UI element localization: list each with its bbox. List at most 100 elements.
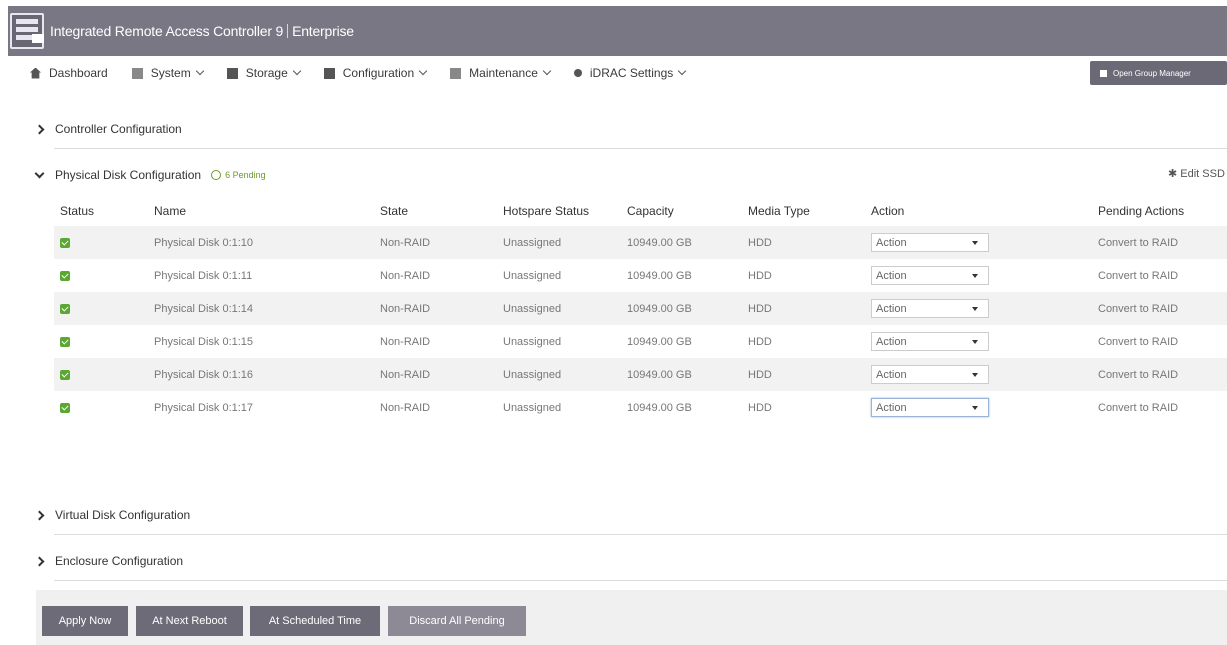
col-hotspare: Hotspare Status (503, 204, 590, 218)
table-row: Physical Disk 0:1:17 Non-RAID Unassigned… (54, 391, 1227, 424)
edit-ssd-wear-link[interactable]: ✱ Edit SSD Wear T (1168, 167, 1227, 180)
status-cell (54, 259, 148, 292)
action-cell: Action (865, 325, 1092, 358)
dropdown-arrow-icon (972, 306, 978, 311)
disk-hotspare: Unassigned (503, 269, 562, 282)
action-dropdown[interactable]: Action (871, 332, 989, 351)
dropdown-arrow-icon (972, 240, 978, 245)
disk-media: HDD (748, 401, 772, 414)
chevron-down-icon (292, 66, 302, 76)
at-next-reboot-button[interactable]: At Next Reboot (136, 606, 243, 636)
disk-pending-action: Convert to RAID (1092, 358, 1227, 391)
dropdown-arrow-icon (972, 405, 978, 410)
nav-idrac-settings-label: iDRAC Settings (589, 66, 674, 80)
status-cell (54, 226, 148, 259)
divider (54, 534, 1227, 535)
dropdown-arrow-icon (972, 273, 978, 278)
table-header-row: Status Name State Hotspare Status Capaci… (54, 196, 1227, 226)
nav-storage[interactable]: Storage (226, 66, 302, 80)
disk-capacity: 10949.00 GB (627, 335, 692, 348)
action-dropdown[interactable]: Action (871, 299, 989, 318)
disk-state: Non-RAID (374, 226, 497, 259)
disk-pending-action: Convert to RAID (1098, 269, 1179, 282)
nav-maintenance[interactable]: Maintenance (450, 66, 552, 80)
status-cell (54, 325, 148, 358)
status-ok-icon (60, 402, 70, 413)
at-scheduled-time-button[interactable]: At Scheduled Time (250, 606, 380, 636)
action-dropdown[interactable]: Action (871, 266, 989, 285)
status-ok-icon (60, 369, 70, 380)
disk-name: Physical Disk 0:1:15 (154, 335, 254, 348)
section-controller-label: Controller Configuration (55, 122, 182, 136)
section-enclosure-configuration[interactable]: Enclosure Configuration (34, 554, 183, 568)
disk-pending-action: Convert to RAID (1092, 292, 1227, 325)
nav-system-label: System (150, 66, 191, 80)
section-physical-disk-configuration[interactable]: Physical Disk Configuration 6 Pending (34, 168, 266, 182)
nav-dashboard[interactable]: Dashboard (30, 66, 108, 80)
col-action: Action (871, 204, 905, 218)
app-header: Integrated Remote Access Controller 9 Ent… (8, 6, 1227, 56)
nav-idrac-settings[interactable]: iDRAC Settings (573, 66, 687, 80)
disk-capacity: 10949.00 GB (621, 226, 742, 259)
status-cell (54, 292, 148, 325)
disk-pending-action: Convert to RAID (1098, 401, 1179, 414)
action-dropdown[interactable]: Action (871, 233, 989, 252)
apply-now-button[interactable]: Apply Now (42, 606, 128, 636)
home-icon (30, 67, 41, 79)
nav-dashboard-label: Dashboard (49, 66, 108, 80)
discard-all-pending-button[interactable]: Discard All Pending (388, 606, 526, 636)
dropdown-arrow-icon (972, 372, 978, 377)
server-icon (131, 67, 143, 79)
section-virtual-disk-configuration[interactable]: Virtual Disk Configuration (34, 508, 190, 522)
status-cell (54, 391, 148, 424)
clock-icon (211, 170, 222, 180)
action-cell: Action (865, 292, 1092, 325)
disk-hotspare: Unassigned (503, 335, 562, 348)
disk-capacity: 10949.00 GB (621, 292, 742, 325)
app-title-text: Integrated Remote Access Controller 9 (50, 23, 284, 39)
disk-hotspare: Unassigned (497, 358, 621, 391)
open-group-manager-button[interactable]: Open Group Manager (1090, 61, 1227, 85)
pending-badge: 6 Pending (211, 170, 266, 180)
nav-configuration-label: Configuration (342, 66, 415, 80)
divider (54, 148, 1227, 149)
disk-name: Physical Disk 0:1:11 (154, 269, 253, 282)
nav-system[interactable]: System (131, 66, 204, 80)
chevron-right-icon (34, 556, 45, 566)
action-dropdown-value: Action (876, 401, 907, 414)
nav-storage-label: Storage (245, 66, 288, 80)
chevron-down-icon (195, 66, 204, 76)
disk-state: Non-RAID (380, 335, 431, 348)
disk-capacity: 10949.00 GB (621, 358, 742, 391)
status-ok-icon (60, 303, 70, 314)
physical-disk-table: Status Name State Hotspare Status Capaci… (54, 196, 1227, 424)
disk-name: Physical Disk 0:1:17 (154, 401, 254, 414)
nav-configuration[interactable]: Configuration (323, 66, 428, 80)
section-controller-configuration[interactable]: Controller Configuration (34, 122, 182, 136)
disk-capacity: 10949.00 GB (627, 269, 692, 282)
app-edition: Enterprise (292, 23, 354, 39)
table-row: Physical Disk 0:1:11 Non-RAID Unassigned… (54, 259, 1227, 292)
action-dropdown[interactable]: Action (871, 365, 989, 384)
main-nav: Dashboard System Storage Configuration M… (30, 58, 709, 88)
nav-maintenance-label: Maintenance (469, 66, 538, 80)
disk-capacity: 10949.00 GB (627, 401, 692, 414)
action-dropdown-value: Action (876, 302, 907, 315)
disk-state: Non-RAID (380, 401, 431, 414)
disk-name: Physical Disk 0:1:14 (148, 292, 374, 325)
disk-hotspare: Unassigned (503, 401, 562, 414)
action-dropdown[interactable]: Action (871, 398, 989, 417)
disk-state: Non-RAID (374, 358, 497, 391)
table-row: Physical Disk 0:1:15 Non-RAID Unassigned… (54, 325, 1227, 358)
disk-media: HDD (742, 226, 865, 259)
status-ok-icon (60, 336, 70, 347)
col-capacity: Capacity (627, 204, 674, 218)
disk-media: HDD (742, 358, 865, 391)
chevron-down-icon (542, 66, 552, 76)
disk-media: HDD (748, 335, 772, 348)
disk-media: HDD (742, 292, 865, 325)
status-cell (54, 358, 148, 391)
table-row: Physical Disk 0:1:10 Non-RAID Unassigned… (54, 226, 1227, 259)
chevron-down-icon (678, 66, 687, 76)
disk-name: Physical Disk 0:1:10 (148, 226, 374, 259)
